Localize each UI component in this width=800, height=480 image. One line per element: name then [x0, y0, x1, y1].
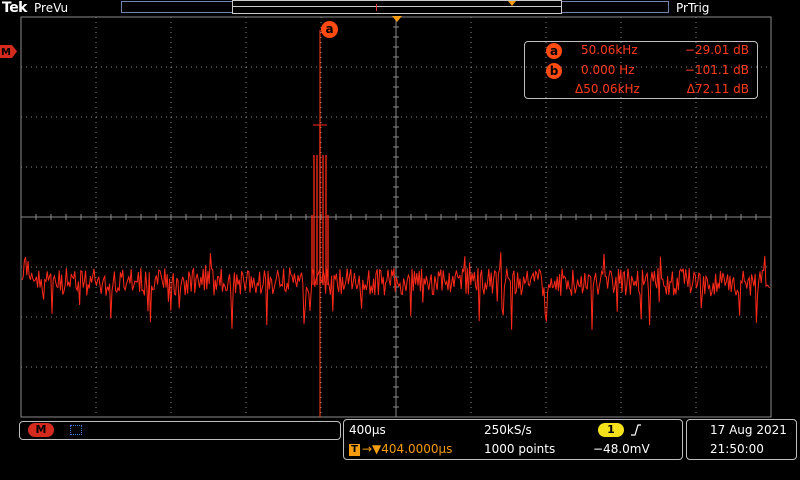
acquisition-status[interactable]: 400µs 250kS/s 1 T →▼404.0000µs 1000 poin… [343, 419, 683, 460]
trigger-position[interactable]: →▼404.0000µs [362, 442, 452, 456]
math-channel-marker-label: M [1, 47, 11, 58]
cursor-a-badge[interactable]: a [321, 21, 338, 38]
cursor-delta-row: Δ50.06kHz Δ72.11 dB [525, 81, 759, 99]
trigger-position-icon[interactable] [392, 16, 402, 22]
cursor-b-level: −101.1 dB [684, 63, 749, 77]
date: 17 Aug 2021 [710, 423, 787, 437]
cursor-delta-frequency: Δ50.06kHz [575, 82, 640, 96]
cursor-b-row: b 0.000 Hz −101.1 dB [525, 62, 759, 80]
cursor-a-row: a 50.06kHz −29.01 dB [525, 42, 759, 60]
cursor-delta-level: Δ72.11 dB [686, 82, 749, 96]
math-channel-marker[interactable]: M [0, 45, 17, 58]
trigger-level[interactable]: −48.0mV [593, 442, 650, 456]
cursor-a-icon: a [546, 43, 562, 59]
cursor-a-level: −29.01 dB [684, 43, 749, 57]
time: 21:50:00 [710, 442, 764, 456]
trigger-channel-badge[interactable]: 1 [598, 423, 624, 437]
timebase[interactable]: 400µs [349, 423, 386, 437]
date-time-status: 17 Aug 2021 21:50:00 [686, 419, 797, 460]
sample-rate: 250kS/s [484, 423, 532, 437]
rising-edge-icon[interactable] [630, 424, 642, 436]
cursor-a-frequency: 50.06kHz [581, 43, 638, 57]
trigger-icon: T [349, 444, 360, 456]
math-channel-status[interactable]: M [19, 421, 341, 440]
math-window-icon [70, 425, 82, 435]
record-length[interactable]: 1000 points [484, 442, 555, 456]
cursor-readout: a 50.06kHz −29.01 dB b 0.000 Hz −101.1 d… [524, 41, 758, 99]
cursor-b-frequency: 0.000 Hz [581, 63, 635, 77]
math-channel-badge[interactable]: M [28, 423, 54, 437]
cursor-b-icon: b [546, 63, 562, 79]
